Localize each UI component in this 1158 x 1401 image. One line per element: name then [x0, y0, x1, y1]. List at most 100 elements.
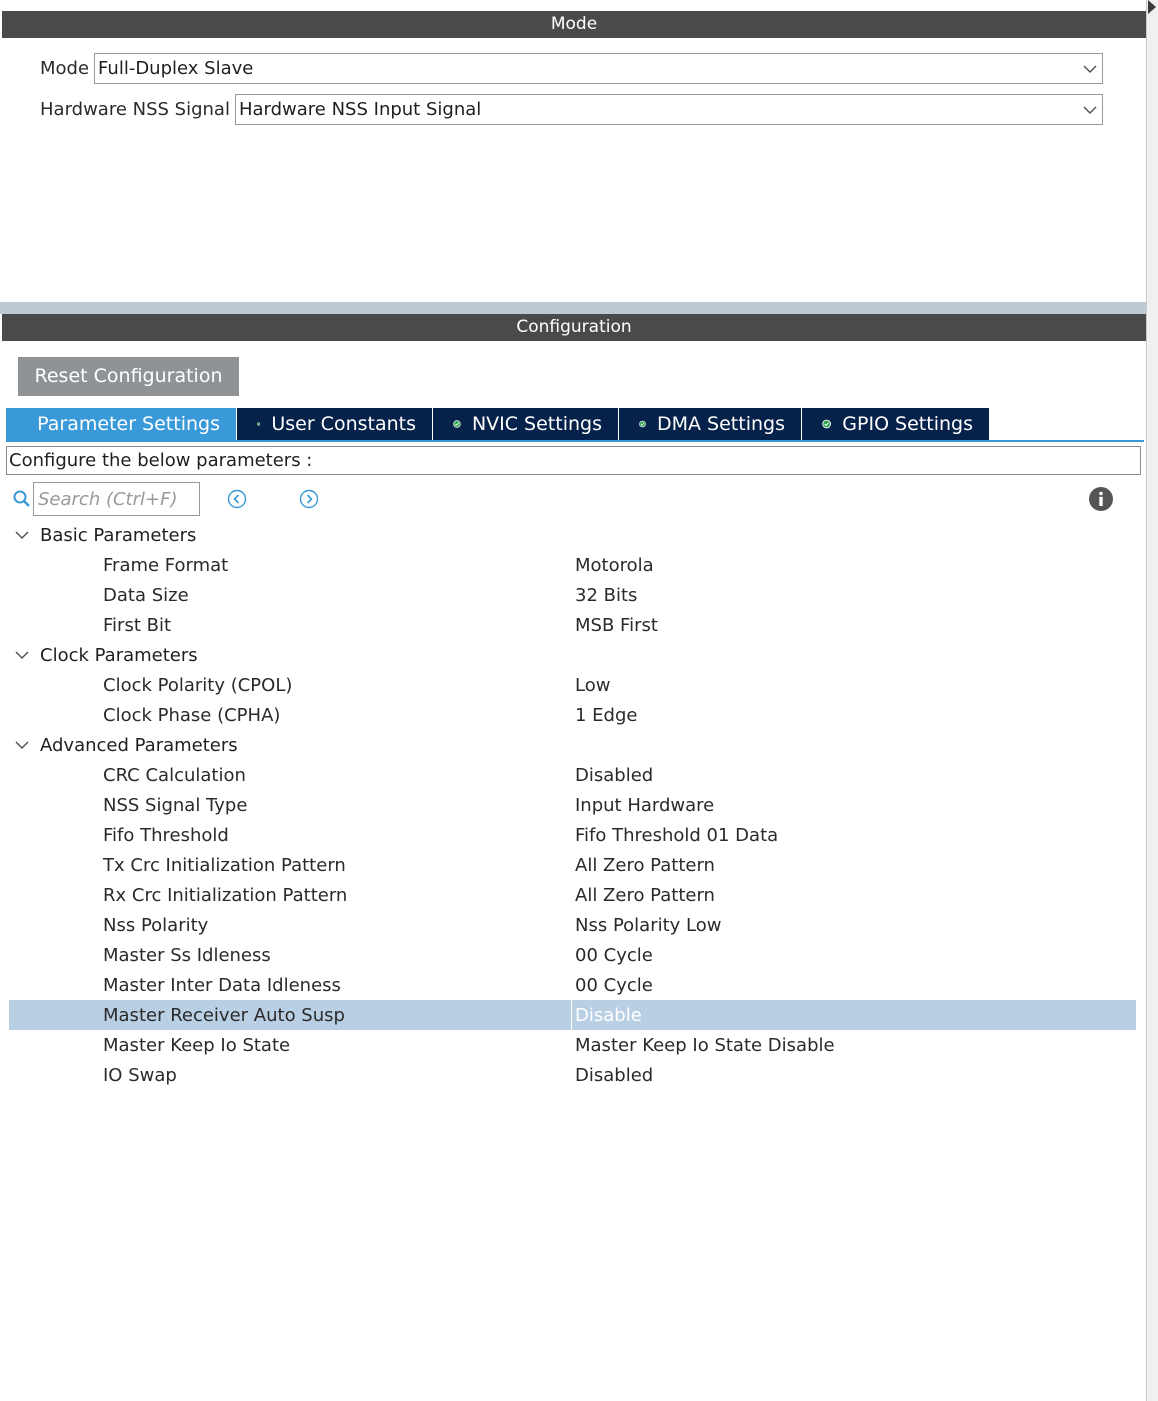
- param-value[interactable]: Master Keep Io State Disable: [575, 1035, 835, 1056]
- param-value[interactable]: MSB First: [575, 615, 658, 636]
- param-name: Clock Polarity (CPOL): [103, 674, 293, 696]
- param-value[interactable]: 00 Cycle: [575, 945, 653, 966]
- group-clock-parameters[interactable]: Clock Parameters: [9, 640, 1136, 670]
- param-name: Data Size: [103, 584, 189, 606]
- nss-select[interactable]: Hardware NSS Input Signal: [234, 94, 1103, 125]
- param-value[interactable]: Input Hardware: [575, 795, 714, 816]
- tab-gpio-settings[interactable]: GPIO Settings: [802, 408, 990, 440]
- param-name: Tx Crc Initialization Pattern: [103, 854, 346, 876]
- mode-select[interactable]: Full-Duplex Slave: [94, 53, 1104, 84]
- param-value[interactable]: 00 Cycle: [575, 975, 653, 996]
- reset-configuration-button[interactable]: Reset Configuration: [18, 357, 239, 396]
- param-row[interactable]: Rx Crc Initialization Pattern All Zero Pa…: [9, 880, 1136, 910]
- chevron-down-icon: [1083, 64, 1097, 73]
- param-name: Frame Format: [103, 554, 229, 576]
- nss-select-value: Hardware NSS Input Signal: [238, 99, 482, 120]
- configure-hint: Configure the below parameters :: [6, 446, 1141, 475]
- search-icon[interactable]: [12, 489, 32, 509]
- chevron-down-icon[interactable]: [14, 527, 30, 543]
- check-circle-icon: [257, 422, 261, 426]
- expand-arrow-icon[interactable]: [1148, 0, 1156, 14]
- tab-label: NVIC Settings: [471, 413, 602, 435]
- column-divider: [571, 1000, 572, 1030]
- param-row[interactable]: Frame Format Motorola: [9, 550, 1136, 580]
- next-match-icon[interactable]: [299, 489, 319, 509]
- param-name: NSS Signal Type: [103, 794, 248, 816]
- group-label: Clock Parameters: [40, 644, 198, 666]
- param-value[interactable]: 32 Bits: [575, 585, 637, 606]
- settings-tabs: Parameter Settings User Constants NVIC S…: [6, 408, 990, 440]
- mode-panel: Mode Full-Duplex Slave Hardware NSS Sign…: [2, 38, 1146, 302]
- scroll-rail[interactable]: [1146, 0, 1158, 1401]
- param-value[interactable]: All Zero Pattern: [575, 855, 715, 876]
- panel-divider[interactable]: [0, 302, 1146, 314]
- param-name: First Bit: [103, 614, 172, 636]
- configuration-panel-header: Configuration: [2, 314, 1146, 341]
- param-name: Master Inter Data Idleness: [103, 974, 341, 996]
- tab-label: GPIO Settings: [842, 413, 973, 435]
- param-value[interactable]: 1 Edge: [575, 705, 637, 726]
- check-circle-icon: [453, 420, 461, 428]
- param-row[interactable]: Master Keep Io State Master Keep Io State…: [9, 1030, 1136, 1060]
- param-row[interactable]: Clock Phase (CPHA) 1 Edge: [9, 700, 1136, 730]
- chevron-down-icon[interactable]: [14, 737, 30, 753]
- param-row[interactable]: Nss Polarity Nss Polarity Low: [9, 910, 1136, 940]
- param-row[interactable]: NSS Signal Type Input Hardware: [9, 790, 1136, 820]
- param-name: Master Keep Io State: [103, 1034, 291, 1056]
- check-circle-icon: [822, 419, 831, 429]
- param-value[interactable]: Fifo Threshold 01 Data: [575, 825, 778, 846]
- param-name: Master Receiver Auto Susp: [103, 1004, 345, 1026]
- tab-label: DMA Settings: [657, 413, 785, 435]
- param-value[interactable]: All Zero Pattern: [575, 885, 715, 906]
- group-basic-parameters[interactable]: Basic Parameters: [9, 520, 1136, 550]
- mode-label: Mode: [40, 58, 90, 79]
- group-label: Advanced Parameters: [40, 734, 238, 756]
- mode-panel-header: Mode: [2, 11, 1146, 38]
- param-row[interactable]: IO Swap Disabled: [9, 1060, 1136, 1090]
- param-value[interactable]: Motorola: [575, 555, 654, 576]
- tab-underline: [6, 440, 1144, 442]
- top-strip: [0, 0, 1146, 11]
- param-value[interactable]: Low: [575, 675, 610, 696]
- previous-match-icon[interactable]: [227, 489, 247, 509]
- param-value[interactable]: Disabled: [575, 765, 653, 786]
- param-name: Rx Crc Initialization Pattern: [103, 884, 348, 906]
- param-row[interactable]: Tx Crc Initialization Pattern All Zero Pa…: [9, 850, 1136, 880]
- param-value[interactable]: Disabled: [575, 1065, 653, 1086]
- check-circle-icon: [639, 420, 646, 428]
- tab-nvic-settings[interactable]: NVIC Settings: [433, 408, 619, 440]
- tab-user-constants[interactable]: User Constants: [237, 408, 433, 440]
- param-row[interactable]: Master Inter Data Idleness 00 Cycle: [9, 970, 1136, 1000]
- param-row[interactable]: Data Size 32 Bits: [9, 580, 1136, 610]
- mode-row: Mode Full-Duplex Slave: [40, 53, 1104, 84]
- info-icon[interactable]: [1088, 486, 1114, 512]
- mode-select-value: Full-Duplex Slave: [98, 58, 254, 79]
- configuration-panel: Reset Configuration Parameter Settings U…: [2, 341, 1146, 1401]
- chevron-down-icon[interactable]: [14, 647, 30, 663]
- param-name: Master Ss Idleness: [103, 944, 271, 966]
- tab-dma-settings[interactable]: DMA Settings: [619, 408, 802, 440]
- search-input[interactable]: [33, 482, 200, 516]
- chevron-down-icon: [1083, 105, 1097, 114]
- param-name: Clock Phase (CPHA): [103, 704, 281, 726]
- tab-parameter-settings[interactable]: Parameter Settings: [6, 408, 237, 440]
- param-value[interactable]: Nss Polarity Low: [575, 915, 721, 936]
- param-row[interactable]: Clock Polarity (CPOL) Low: [9, 670, 1136, 700]
- param-row[interactable]: CRC Calculation Disabled: [9, 760, 1136, 790]
- param-row[interactable]: Master Ss Idleness 00 Cycle: [9, 940, 1136, 970]
- parameter-tree: Basic Parameters Frame Format Motorola Da…: [9, 520, 1136, 1090]
- tab-label: Parameter Settings: [37, 413, 220, 435]
- param-row-selected[interactable]: Master Receiver Auto Susp Disable: [9, 1000, 1136, 1030]
- param-value[interactable]: Disable: [575, 1005, 642, 1026]
- param-name: Nss Polarity: [103, 914, 209, 936]
- param-name: Fifo Threshold: [103, 824, 229, 846]
- tab-label: User Constants: [271, 413, 416, 435]
- search-bar: [10, 482, 1120, 516]
- nss-row: Hardware NSS Signal Hardware NSS Input S…: [40, 94, 1103, 125]
- param-row[interactable]: Fifo Threshold Fifo Threshold 01 Data: [9, 820, 1136, 850]
- group-advanced-parameters[interactable]: Advanced Parameters: [9, 730, 1136, 760]
- param-name: CRC Calculation: [103, 764, 246, 786]
- param-row[interactable]: First Bit MSB First: [9, 610, 1136, 640]
- nss-label: Hardware NSS Signal: [40, 99, 230, 120]
- group-label: Basic Parameters: [40, 524, 197, 546]
